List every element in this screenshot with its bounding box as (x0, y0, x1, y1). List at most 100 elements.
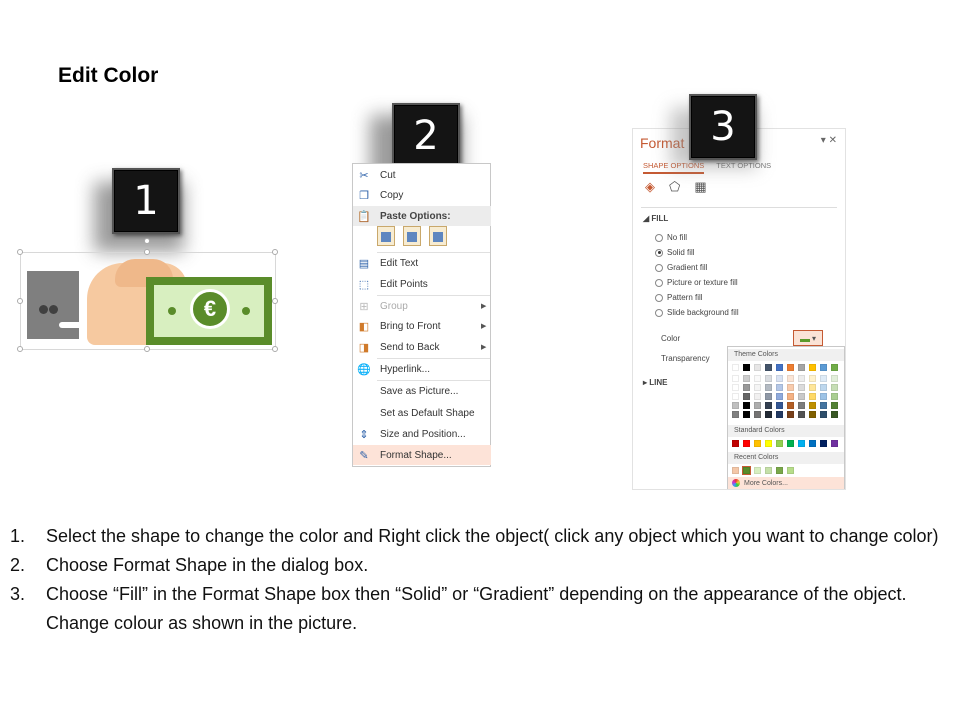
color-swatch[interactable] (732, 384, 739, 391)
color-swatch[interactable] (809, 384, 816, 391)
color-swatch[interactable] (831, 411, 838, 418)
fill-line-icon[interactable]: ◈ (645, 179, 655, 195)
color-swatch[interactable] (765, 393, 772, 400)
color-swatch[interactable] (743, 411, 750, 418)
color-swatch[interactable] (820, 384, 827, 391)
color-swatch[interactable] (809, 440, 816, 447)
color-swatch[interactable] (742, 466, 751, 475)
color-swatch[interactable] (809, 393, 816, 400)
color-swatch[interactable] (820, 364, 827, 371)
color-swatch[interactable] (732, 364, 739, 371)
color-swatch[interactable] (776, 393, 783, 400)
menu-item-save-as-picture[interactable]: Save as Picture... (353, 381, 491, 401)
close-icon[interactable]: ✕ (829, 135, 837, 146)
color-swatch[interactable] (754, 402, 761, 409)
menu-item-format-shape[interactable]: ✎ Format Shape... (353, 445, 491, 465)
menu-item-copy[interactable]: ❐ Copy (353, 185, 491, 205)
color-swatch[interactable] (798, 402, 805, 409)
menu-item-group[interactable]: ⊞ Group ▶ (353, 296, 491, 316)
color-swatch[interactable] (776, 364, 783, 371)
money-bill-shape[interactable]: € (146, 277, 272, 345)
color-swatch[interactable] (831, 402, 838, 409)
color-swatch[interactable] (798, 440, 805, 447)
color-swatch[interactable] (787, 364, 794, 371)
radio-no-fill[interactable]: No fill (655, 233, 687, 242)
color-swatch[interactable] (820, 411, 827, 418)
color-swatch[interactable] (732, 411, 739, 418)
menu-item-set-default-shape[interactable]: Set as Default Shape (353, 403, 491, 423)
color-swatch[interactable] (831, 393, 838, 400)
radio-pattern-fill[interactable]: Pattern fill (655, 293, 703, 302)
color-swatch[interactable] (798, 411, 805, 418)
color-swatch[interactable] (820, 375, 827, 382)
color-swatch[interactable] (743, 384, 750, 391)
color-swatch[interactable] (831, 440, 838, 447)
color-swatch[interactable] (809, 411, 816, 418)
color-swatch[interactable] (776, 375, 783, 382)
radio-gradient-fill[interactable]: Gradient fill (655, 263, 707, 272)
color-swatch[interactable] (809, 364, 816, 371)
effects-pentagon-icon[interactable]: ⬠ (669, 179, 680, 195)
color-swatch[interactable] (798, 384, 805, 391)
rotate-handle[interactable] (144, 238, 150, 244)
menu-item-cut[interactable]: ✂ Cut (353, 165, 491, 185)
paste-picture-icon[interactable] (429, 226, 447, 246)
color-swatch[interactable] (831, 375, 838, 382)
color-swatch[interactable] (809, 402, 816, 409)
color-swatch[interactable] (776, 384, 783, 391)
selected-shape-group[interactable]: € (17, 238, 278, 352)
color-swatch[interactable] (754, 393, 761, 400)
color-swatch[interactable] (787, 402, 794, 409)
color-swatch[interactable] (754, 375, 761, 382)
line-section-header[interactable]: ▸ LINE (643, 378, 667, 387)
color-swatch[interactable] (765, 467, 772, 474)
radio-picture-fill[interactable]: Picture or texture fill (655, 278, 738, 287)
color-swatch[interactable] (798, 375, 805, 382)
color-swatch[interactable] (743, 402, 750, 409)
color-swatch[interactable] (787, 375, 794, 382)
radio-solid-fill[interactable]: Solid fill (655, 248, 695, 257)
color-swatch[interactable] (776, 411, 783, 418)
paste-keep-source-icon[interactable] (377, 226, 395, 246)
menu-item-edit-points[interactable]: ⬚ Edit Points (353, 274, 491, 294)
menu-item-send-to-back[interactable]: ◨ Send to Back ▶ (353, 337, 491, 357)
menu-item-size-position[interactable]: ⇕ Size and Position... (353, 424, 491, 444)
color-swatch[interactable] (787, 384, 794, 391)
color-swatch[interactable] (787, 411, 794, 418)
color-swatch[interactable] (787, 393, 794, 400)
color-swatch[interactable] (765, 402, 772, 409)
color-swatch[interactable] (765, 364, 772, 371)
color-swatch[interactable] (754, 411, 761, 418)
color-swatch[interactable] (754, 440, 761, 447)
color-swatch[interactable] (765, 440, 772, 447)
color-swatch[interactable] (809, 375, 816, 382)
menu-item-edit-text[interactable]: ▤ Edit Text (353, 253, 491, 273)
paste-merge-icon[interactable] (403, 226, 421, 246)
color-swatch[interactable] (765, 411, 772, 418)
color-swatch[interactable] (776, 467, 783, 474)
color-swatch[interactable] (776, 402, 783, 409)
menu-item-bring-to-front[interactable]: ◧ Bring to Front ▶ (353, 316, 491, 336)
color-swatch[interactable] (732, 402, 739, 409)
color-swatch[interactable] (765, 375, 772, 382)
color-swatch[interactable] (820, 402, 827, 409)
color-swatch[interactable] (754, 384, 761, 391)
more-colors-button[interactable]: More Colors... (728, 477, 844, 489)
menu-item-hyperlink[interactable]: 🌐 Hyperlink... (353, 359, 491, 379)
color-swatch[interactable] (820, 440, 827, 447)
color-swatch[interactable] (732, 440, 739, 447)
color-swatch[interactable] (776, 440, 783, 447)
color-swatch[interactable] (743, 364, 750, 371)
color-swatch[interactable] (820, 393, 827, 400)
color-swatch[interactable] (831, 364, 838, 371)
color-swatch[interactable] (743, 440, 750, 447)
fill-color-button[interactable]: ▾ (793, 330, 823, 346)
color-swatch[interactable] (743, 393, 750, 400)
color-swatch[interactable] (787, 467, 794, 474)
color-swatch[interactable] (743, 375, 750, 382)
color-swatch[interactable] (787, 440, 794, 447)
color-swatch[interactable] (732, 393, 739, 400)
color-swatch[interactable] (754, 467, 761, 474)
fill-section-header[interactable]: ◢ FILL (643, 214, 668, 223)
color-swatch[interactable] (732, 375, 739, 382)
